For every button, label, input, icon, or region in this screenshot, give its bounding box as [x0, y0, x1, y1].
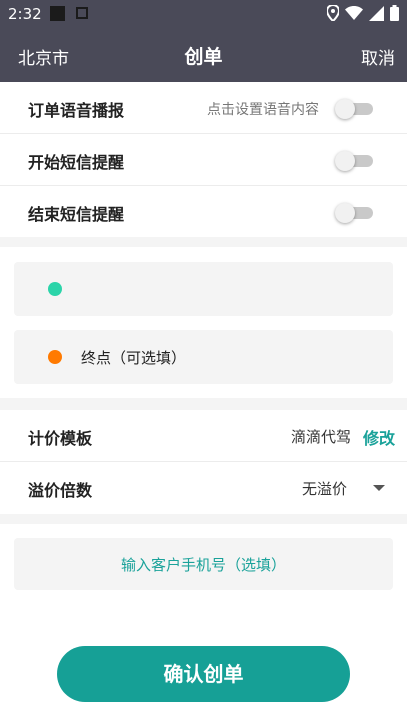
price-template-row: 计价模板 滴滴代驾 修改: [0, 410, 407, 462]
signal-icon: [369, 5, 384, 21]
end-location-input[interactable]: 终点（可选填）: [14, 330, 393, 384]
sms-end-row[interactable]: 结束短信提醒: [0, 186, 407, 238]
notification-icon: [76, 7, 88, 19]
toggle-thumb: [335, 203, 355, 223]
sms-end-label: 结束短信提醒: [28, 205, 125, 224]
section-gap: [0, 514, 407, 524]
price-template-value: 滴滴代驾: [290, 428, 351, 446]
cancel-button[interactable]: 取消: [361, 44, 395, 69]
status-icons: [327, 5, 399, 21]
location-icon: [327, 5, 339, 21]
sms-start-row[interactable]: 开始短信提醒: [0, 134, 407, 186]
start-location-input[interactable]: [14, 262, 393, 316]
battery-icon: [390, 5, 399, 21]
voice-broadcast-row[interactable]: 订单语音播报 点击设置语音内容: [0, 82, 407, 134]
sms-start-label: 开始短信提醒: [28, 153, 125, 172]
toggle-thumb: [335, 99, 355, 119]
start-dot-icon: [48, 282, 62, 296]
caret-down-icon[interactable]: [373, 485, 385, 491]
section-gap: [0, 237, 407, 247]
premium-row[interactable]: 溢价倍数 无溢价: [0, 462, 407, 514]
price-template-label: 计价模板: [28, 429, 93, 448]
edit-template-button[interactable]: 修改: [363, 425, 395, 449]
customer-phone-placeholder: 输入客户手机号（选填）: [120, 556, 286, 574]
voice-broadcast-label: 订单语音播报: [28, 101, 125, 120]
nav-bar: 北京市 创单 取消: [0, 28, 407, 82]
voice-setting-hint[interactable]: 点击设置语音内容: [207, 99, 319, 119]
toggle-thumb: [335, 151, 355, 171]
end-location-text: 终点（可选填）: [81, 349, 187, 367]
confirm-order-button[interactable]: 确认创单: [57, 646, 350, 702]
customer-phone-input[interactable]: 输入客户手机号（选填）: [14, 538, 393, 590]
voice-broadcast-toggle[interactable]: [335, 99, 373, 119]
premium-label: 溢价倍数: [28, 481, 93, 500]
media-square-icon: [50, 6, 65, 21]
premium-value[interactable]: 无溢价: [302, 478, 347, 499]
page-title: 创单: [184, 46, 223, 68]
status-time: 2:32: [8, 5, 42, 23]
end-dot-icon: [48, 350, 62, 364]
sms-end-toggle[interactable]: [335, 203, 373, 223]
sms-start-toggle[interactable]: [335, 151, 373, 171]
wifi-icon: [345, 6, 363, 20]
section-gap: [0, 398, 407, 410]
status-bar: 2:32: [0, 0, 407, 28]
